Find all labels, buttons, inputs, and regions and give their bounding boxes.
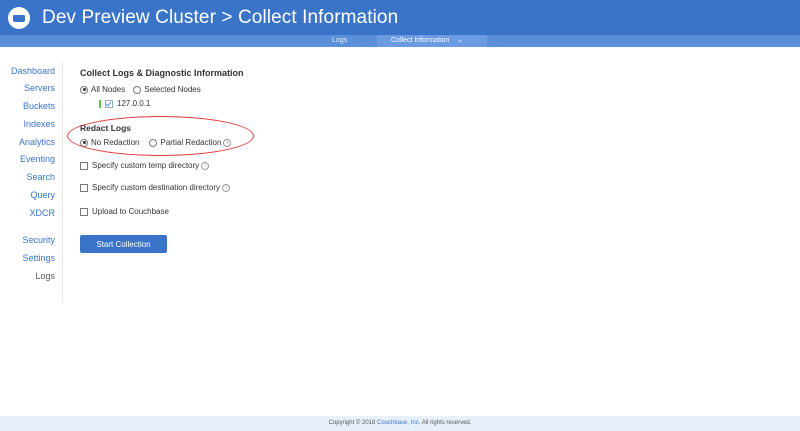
sub-navigation: Logs Collect Information ⌄ [0, 35, 800, 47]
node-selection: All Nodes Selected Nodes [80, 85, 201, 94]
sidebar-item-eventing[interactable]: Eventing [20, 154, 55, 164]
node-row: 127.0.0.1 [99, 99, 150, 108]
tab-collect-information-label: Collect Information [391, 37, 450, 44]
footer-copyright: Copyright © 2018 [328, 420, 376, 426]
sidebar-item-analytics[interactable]: Analytics [19, 137, 55, 147]
custom-dest-checkbox[interactable] [80, 183, 88, 192]
custom-dest-option: Specify custom destination directory i [80, 183, 231, 192]
tab-logs[interactable]: Logs [332, 35, 347, 47]
section-heading: Collect Logs & Diagnostic Information [80, 68, 244, 78]
chevron-down-icon: ⌄ [457, 37, 464, 44]
sidebar-item-servers[interactable]: Servers [24, 83, 55, 93]
custom-temp-checkbox[interactable] [80, 161, 88, 170]
highlight-oval [67, 116, 254, 156]
start-collection-button[interactable]: Start Collection [80, 235, 167, 253]
footer: Copyright © 2018 Couchbase, Inc. All rig… [0, 416, 800, 431]
info-icon[interactable]: i [222, 183, 231, 192]
upload-checkbox[interactable] [80, 207, 88, 216]
node-checkbox[interactable] [105, 99, 113, 108]
custom-dest-label: Specify custom destination directory [92, 183, 221, 192]
upload-label: Upload to Couchbase [92, 207, 169, 216]
app-header: Dev Preview Cluster > Collect Informatio… [0, 0, 800, 35]
custom-temp-option: Specify custom temp directory i [80, 161, 210, 170]
custom-temp-label: Specify custom temp directory [92, 161, 200, 170]
couchbase-logo-icon [8, 6, 30, 29]
footer-rights: All rights reserved. [421, 420, 472, 426]
selected-nodes-radio[interactable] [133, 85, 142, 94]
sidebar-item-search[interactable]: Search [26, 172, 55, 182]
upload-option: Upload to Couchbase [80, 207, 169, 216]
sidebar: Dashboard Servers Buckets Indexes Analyt… [0, 62, 63, 302]
sidebar-item-settings[interactable]: Settings [22, 253, 55, 263]
info-icon[interactable]: i [201, 161, 210, 170]
all-nodes-radio[interactable] [80, 85, 88, 94]
page-title: Dev Preview Cluster > Collect Informatio… [42, 6, 399, 28]
sidebar-item-buckets[interactable]: Buckets [23, 101, 55, 111]
sidebar-item-logs[interactable]: Logs [35, 271, 55, 281]
sidebar-item-security[interactable]: Security [22, 235, 55, 245]
footer-company-link[interactable]: Couchbase, Inc. [377, 420, 420, 426]
tab-collect-information[interactable]: Collect Information ⌄ [377, 35, 487, 47]
selected-nodes-label: Selected Nodes [144, 85, 201, 94]
node-status-indicator [99, 99, 101, 108]
node-ip-label: 127.0.0.1 [117, 99, 151, 108]
sidebar-item-xdcr[interactable]: XDCR [29, 208, 55, 218]
sidebar-item-query[interactable]: Query [30, 190, 55, 200]
sidebar-item-dashboard[interactable]: Dashboard [11, 66, 55, 76]
sidebar-item-indexes[interactable]: Indexes [23, 119, 55, 129]
all-nodes-label: All Nodes [91, 85, 126, 94]
